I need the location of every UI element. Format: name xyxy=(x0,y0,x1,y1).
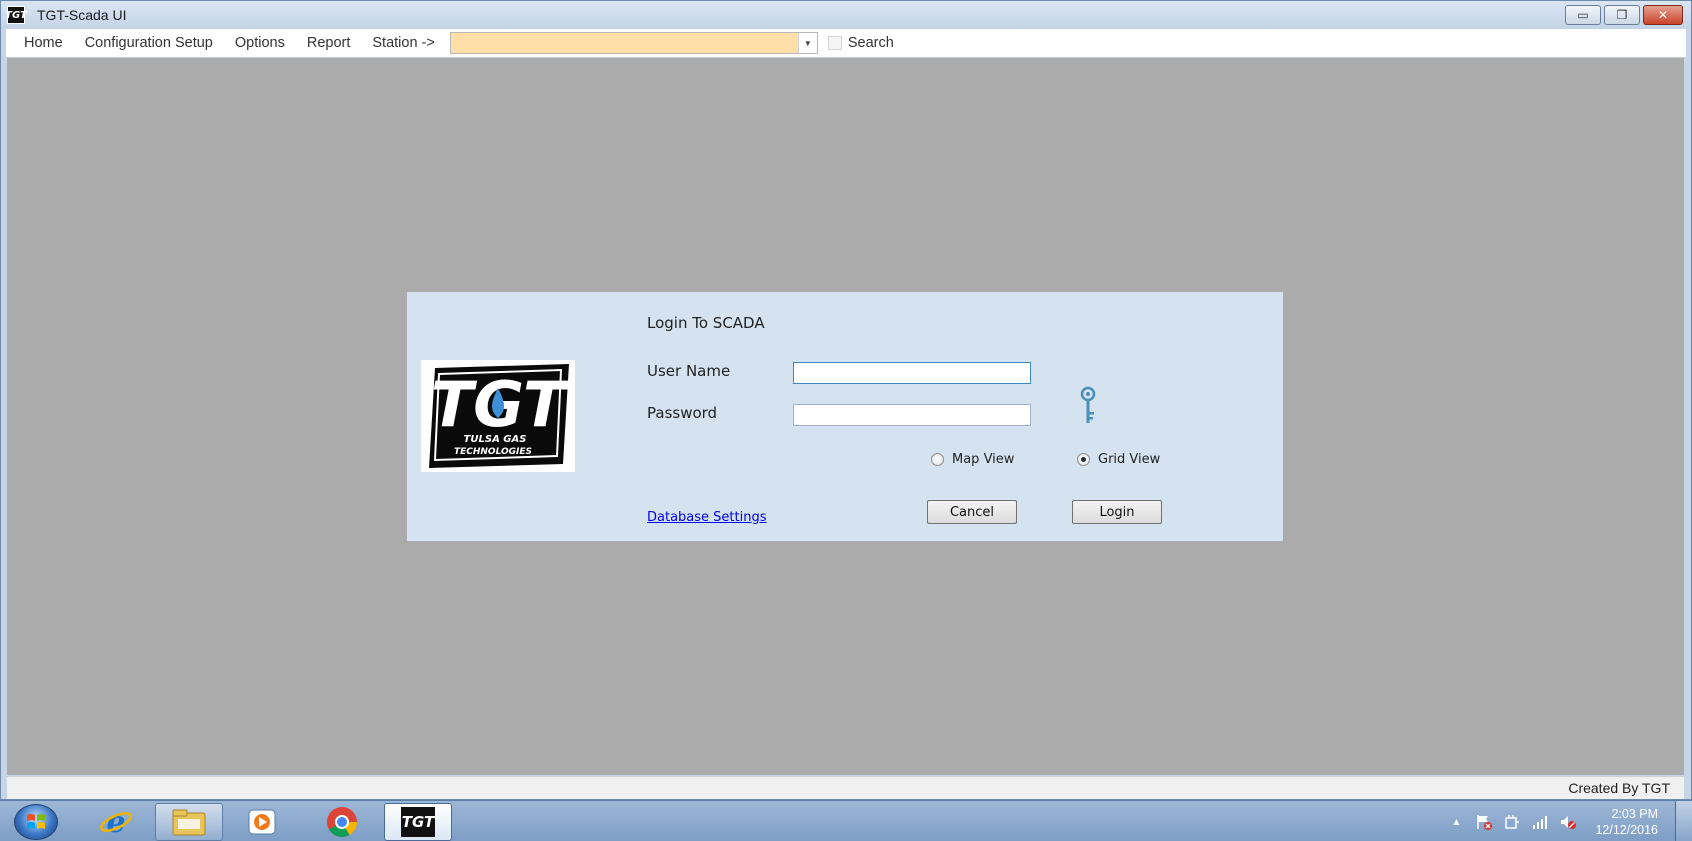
file-explorer-icon xyxy=(172,809,206,836)
chevron-down-icon[interactable]: ▼ xyxy=(797,33,817,53)
internet-explorer-button[interactable]: e xyxy=(82,803,150,841)
menu-station[interactable]: Station -> xyxy=(361,29,445,57)
minimize-button[interactable]: ▭ xyxy=(1565,5,1601,25)
tgt-logo-graphic: TGT TULSA GAS TECHNOLOGIES xyxy=(421,360,575,472)
grid-view-option[interactable]: Grid View xyxy=(1077,452,1160,467)
logo-line1-text: TULSA GAS xyxy=(464,434,527,445)
volume-muted-icon[interactable] xyxy=(1559,813,1577,831)
window-controls: ▭ ❐ ✕ xyxy=(1565,5,1683,25)
restore-button[interactable]: ❐ xyxy=(1604,5,1640,25)
show-hidden-icons-icon[interactable]: ▲ xyxy=(1447,813,1465,831)
logo-line2-text: TECHNOLOGIES xyxy=(454,447,532,457)
username-input[interactable] xyxy=(793,362,1031,384)
created-by-text: Created By TGT xyxy=(1568,780,1670,796)
password-input[interactable] xyxy=(793,404,1031,426)
close-button[interactable]: ✕ xyxy=(1643,5,1683,25)
app-window: TGT TGT-Scada UI ▭ ❐ ✕ Home Configuratio… xyxy=(0,0,1692,800)
grid-view-radio[interactable] xyxy=(1077,453,1090,466)
system-tray: ▲ 2:03 PM 12/12/2016 xyxy=(1447,805,1658,839)
media-player-button[interactable] xyxy=(228,803,296,841)
login-button[interactable]: Login xyxy=(1072,500,1162,524)
chrome-icon xyxy=(327,807,357,838)
power-icon[interactable] xyxy=(1503,813,1521,831)
username-label: User Name xyxy=(647,362,731,380)
taskbar: e TGT ▲ 2:03 PM 12/12/2016 xyxy=(0,800,1692,841)
start-button[interactable] xyxy=(14,804,58,840)
tgt-app-icon[interactable]: TGT xyxy=(5,6,27,24)
windows-logo-icon xyxy=(27,814,45,829)
search-menu-item[interactable]: Search xyxy=(848,29,894,57)
menu-configuration-setup[interactable]: Configuration Setup xyxy=(74,29,224,57)
tgt-scada-app-icon: TGT xyxy=(401,807,435,837)
grid-view-label[interactable]: Grid View xyxy=(1098,452,1160,467)
tgt-scada-taskbar-button[interactable]: TGT xyxy=(384,803,452,841)
chrome-button[interactable] xyxy=(308,803,376,841)
search-checkbox[interactable] xyxy=(827,36,842,50)
tgt-logo: TGT TULSA GAS TECHNOLOGIES xyxy=(421,360,575,472)
map-view-label[interactable]: Map View xyxy=(952,452,1014,467)
media-player-icon xyxy=(248,809,276,835)
map-view-radio[interactable] xyxy=(931,453,944,466)
cancel-button[interactable]: Cancel xyxy=(927,500,1017,524)
clock-date: 12/12/2016 xyxy=(1595,823,1658,837)
menu-report[interactable]: Report xyxy=(296,29,362,57)
taskbar-clock[interactable]: 2:03 PM 12/12/2016 xyxy=(1595,806,1658,838)
window-title: TGT-Scada UI xyxy=(37,7,127,23)
map-view-option[interactable]: Map View xyxy=(931,452,1014,467)
file-explorer-button[interactable] xyxy=(155,803,223,841)
password-label: Password xyxy=(647,404,718,422)
internet-explorer-icon: e xyxy=(100,805,132,839)
clock-time: 2:03 PM xyxy=(1611,807,1658,821)
action-center-icon[interactable] xyxy=(1475,813,1493,831)
key-icon xyxy=(1077,386,1099,430)
status-bar: Created By TGT xyxy=(7,776,1684,799)
menu-bar: Home Configuration Setup Options Report … xyxy=(6,29,1686,58)
svg-text:e: e xyxy=(106,805,125,839)
database-settings-link[interactable]: Database Settings xyxy=(647,510,766,525)
title-bar[interactable]: TGT TGT-Scada UI ▭ ❐ ✕ xyxy=(1,1,1691,29)
station-dropdown[interactable]: ▼ xyxy=(449,32,818,54)
login-panel: TGT TULSA GAS TECHNOLOGIES Login To SCAD… xyxy=(407,292,1283,541)
menu-options[interactable]: Options xyxy=(224,29,296,57)
menu-home[interactable]: Home xyxy=(6,29,74,57)
login-title: Login To SCADA xyxy=(647,314,765,332)
network-icon[interactable] xyxy=(1531,813,1549,831)
show-desktop-button[interactable] xyxy=(1675,801,1692,841)
